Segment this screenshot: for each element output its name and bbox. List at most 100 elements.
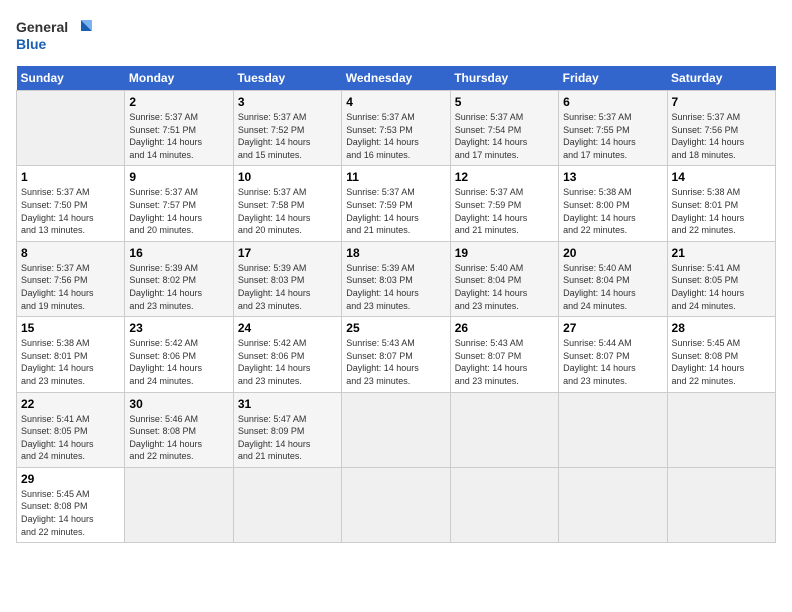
calendar-table: SundayMondayTuesdayWednesdayThursdayFrid… [16, 66, 776, 543]
day-info: Sunrise: 5:39 AM Sunset: 8:03 PM Dayligh… [238, 262, 337, 312]
day-info: Sunrise: 5:37 AM Sunset: 7:58 PM Dayligh… [238, 186, 337, 236]
day-number: 14 [672, 170, 771, 184]
day-number: 19 [455, 246, 554, 260]
calendar-cell: 12 Sunrise: 5:37 AM Sunset: 7:59 PM Dayli… [450, 166, 558, 241]
day-info: Sunrise: 5:44 AM Sunset: 8:07 PM Dayligh… [563, 337, 662, 387]
calendar-header: SundayMondayTuesdayWednesdayThursdayFrid… [17, 66, 776, 91]
calendar-cell [450, 467, 558, 542]
day-info: Sunrise: 5:43 AM Sunset: 8:07 PM Dayligh… [346, 337, 445, 387]
day-number: 30 [129, 397, 228, 411]
calendar-cell: 20 Sunrise: 5:40 AM Sunset: 8:04 PM Dayli… [559, 241, 667, 316]
calendar-cell: 28 Sunrise: 5:45 AM Sunset: 8:08 PM Dayli… [667, 317, 775, 392]
header-monday: Monday [125, 66, 233, 91]
calendar-cell: 31Sunrise: 5:47 AM Sunset: 8:09 PM Dayli… [233, 392, 341, 467]
svg-text:Blue: Blue [16, 36, 47, 52]
calendar-cell: 18Sunrise: 5:39 AM Sunset: 8:03 PM Dayli… [342, 241, 450, 316]
calendar-cell: 29Sunrise: 5:45 AM Sunset: 8:08 PM Dayli… [17, 467, 125, 542]
day-number: 11 [346, 170, 445, 184]
day-info: Sunrise: 5:37 AM Sunset: 7:51 PM Dayligh… [129, 111, 228, 161]
day-number: 16 [129, 246, 228, 260]
calendar-cell: 23 Sunrise: 5:42 AM Sunset: 8:06 PM Dayli… [125, 317, 233, 392]
calendar-cell: 8Sunrise: 5:37 AM Sunset: 7:56 PM Daylig… [17, 241, 125, 316]
day-number: 17 [238, 246, 337, 260]
calendar-cell [342, 467, 450, 542]
day-number: 12 [455, 170, 554, 184]
day-info: Sunrise: 5:37 AM Sunset: 7:56 PM Dayligh… [672, 111, 771, 161]
calendar-cell [17, 91, 125, 166]
day-number: 9 [129, 170, 228, 184]
calendar-cell: 26 Sunrise: 5:43 AM Sunset: 8:07 PM Dayli… [450, 317, 558, 392]
day-number: 10 [238, 170, 337, 184]
day-number: 27 [563, 321, 662, 335]
day-number: 4 [346, 95, 445, 109]
header-sunday: Sunday [17, 66, 125, 91]
svg-text:General: General [16, 19, 68, 35]
header-friday: Friday [559, 66, 667, 91]
calendar-cell [559, 392, 667, 467]
calendar-cell [559, 467, 667, 542]
calendar-cell: 5 Sunrise: 5:37 AM Sunset: 7:54 PM Daylig… [450, 91, 558, 166]
calendar-cell: 3Sunrise: 5:37 AM Sunset: 7:52 PM Daylig… [233, 91, 341, 166]
day-info: Sunrise: 5:37 AM Sunset: 7:54 PM Dayligh… [455, 111, 554, 161]
day-number: 7 [672, 95, 771, 109]
calendar-cell: 6Sunrise: 5:37 AM Sunset: 7:55 PM Daylig… [559, 91, 667, 166]
day-info: Sunrise: 5:42 AM Sunset: 8:06 PM Dayligh… [238, 337, 337, 387]
day-info: Sunrise: 5:37 AM Sunset: 7:53 PM Dayligh… [346, 111, 445, 161]
logo-svg: General Blue [16, 16, 96, 58]
day-number: 26 [455, 321, 554, 335]
day-number: 31 [238, 397, 337, 411]
calendar-cell [342, 392, 450, 467]
day-number: 13 [563, 170, 662, 184]
day-number: 25 [346, 321, 445, 335]
day-info: Sunrise: 5:43 AM Sunset: 8:07 PM Dayligh… [455, 337, 554, 387]
calendar-cell: 11 Sunrise: 5:37 AM Sunset: 7:59 PM Dayli… [342, 166, 450, 241]
calendar-cell [450, 392, 558, 467]
calendar-cell [667, 467, 775, 542]
header-saturday: Saturday [667, 66, 775, 91]
day-info: Sunrise: 5:37 AM Sunset: 7:57 PM Dayligh… [129, 186, 228, 236]
day-info: Sunrise: 5:41 AM Sunset: 8:05 PM Dayligh… [672, 262, 771, 312]
day-info: Sunrise: 5:37 AM Sunset: 7:56 PM Dayligh… [21, 262, 120, 312]
day-info: Sunrise: 5:37 AM Sunset: 7:50 PM Dayligh… [21, 186, 120, 236]
calendar-cell: 14 Sunrise: 5:38 AM Sunset: 8:01 PM Dayli… [667, 166, 775, 241]
day-info: Sunrise: 5:37 AM Sunset: 7:59 PM Dayligh… [346, 186, 445, 236]
day-info: Sunrise: 5:37 AM Sunset: 7:59 PM Dayligh… [455, 186, 554, 236]
calendar-cell: 17 Sunrise: 5:39 AM Sunset: 8:03 PM Dayli… [233, 241, 341, 316]
calendar-cell [125, 467, 233, 542]
day-info: Sunrise: 5:39 AM Sunset: 8:02 PM Dayligh… [129, 262, 228, 312]
calendar-cell: 15Sunrise: 5:38 AM Sunset: 8:01 PM Dayli… [17, 317, 125, 392]
day-number: 3 [238, 95, 337, 109]
day-info: Sunrise: 5:40 AM Sunset: 8:04 PM Dayligh… [563, 262, 662, 312]
day-info: Sunrise: 5:40 AM Sunset: 8:04 PM Dayligh… [455, 262, 554, 312]
day-info: Sunrise: 5:38 AM Sunset: 8:01 PM Dayligh… [672, 186, 771, 236]
calendar-cell: 10 Sunrise: 5:37 AM Sunset: 7:58 PM Dayli… [233, 166, 341, 241]
day-number: 28 [672, 321, 771, 335]
header-wednesday: Wednesday [342, 66, 450, 91]
day-number: 29 [21, 472, 120, 486]
day-number: 20 [563, 246, 662, 260]
day-number: 1 [21, 170, 120, 184]
calendar-cell: 4 Sunrise: 5:37 AM Sunset: 7:53 PM Daylig… [342, 91, 450, 166]
calendar-cell: 2 Sunrise: 5:37 AM Sunset: 7:51 PM Daylig… [125, 91, 233, 166]
day-number: 6 [563, 95, 662, 109]
day-info: Sunrise: 5:41 AM Sunset: 8:05 PM Dayligh… [21, 413, 120, 463]
day-number: 2 [129, 95, 228, 109]
header: General Blue [16, 16, 776, 58]
day-number: 24 [238, 321, 337, 335]
day-info: Sunrise: 5:45 AM Sunset: 8:08 PM Dayligh… [672, 337, 771, 387]
header-tuesday: Tuesday [233, 66, 341, 91]
calendar-cell: 19 Sunrise: 5:40 AM Sunset: 8:04 PM Dayli… [450, 241, 558, 316]
calendar-cell: 21Sunrise: 5:41 AM Sunset: 8:05 PM Dayli… [667, 241, 775, 316]
calendar-cell: 9 Sunrise: 5:37 AM Sunset: 7:57 PM Daylig… [125, 166, 233, 241]
day-info: Sunrise: 5:38 AM Sunset: 8:00 PM Dayligh… [563, 186, 662, 236]
header-thursday: Thursday [450, 66, 558, 91]
day-number: 22 [21, 397, 120, 411]
calendar-cell [233, 467, 341, 542]
day-number: 23 [129, 321, 228, 335]
day-info: Sunrise: 5:42 AM Sunset: 8:06 PM Dayligh… [129, 337, 228, 387]
calendar-cell: 24 Sunrise: 5:42 AM Sunset: 8:06 PM Dayli… [233, 317, 341, 392]
calendar-cell: 30Sunrise: 5:46 AM Sunset: 8:08 PM Dayli… [125, 392, 233, 467]
day-number: 5 [455, 95, 554, 109]
calendar-cell: 1 Sunrise: 5:37 AM Sunset: 7:50 PM Daylig… [17, 166, 125, 241]
calendar-cell: 25 Sunrise: 5:43 AM Sunset: 8:07 PM Dayli… [342, 317, 450, 392]
